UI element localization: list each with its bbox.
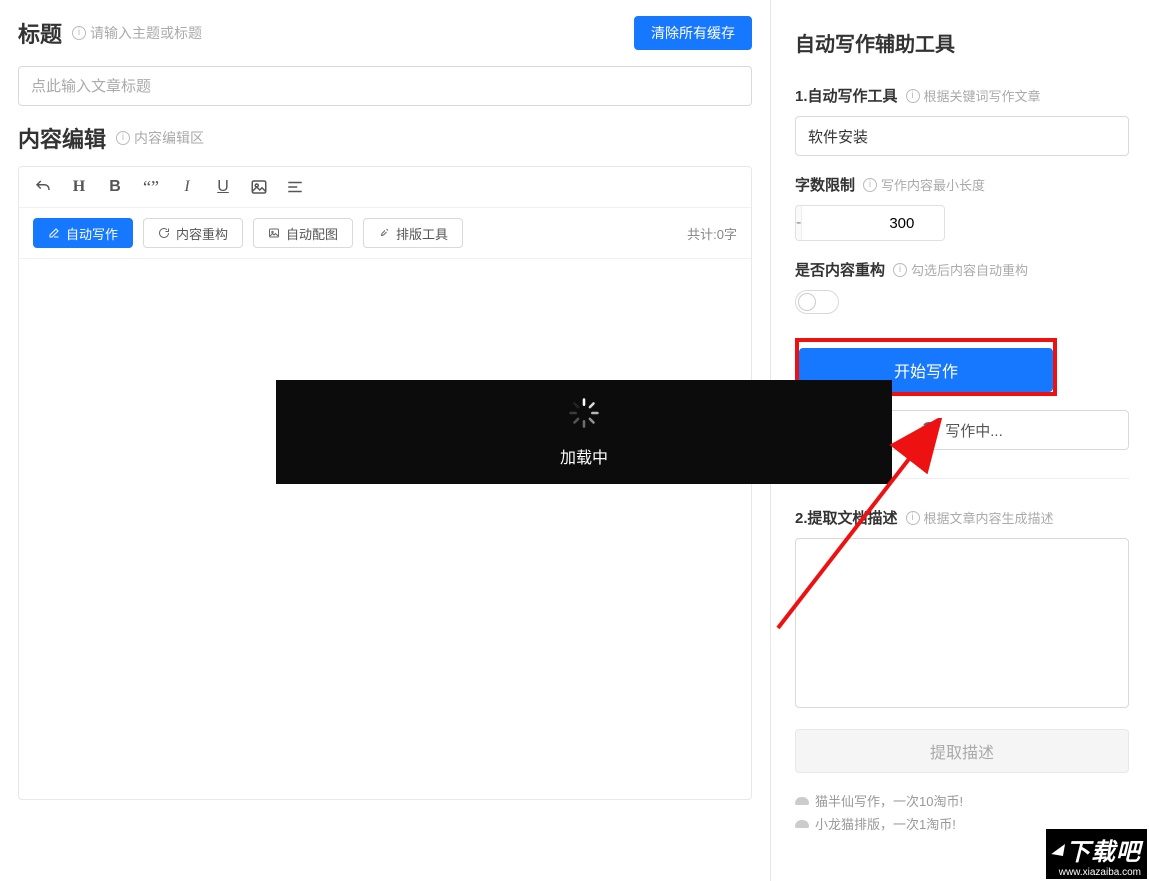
restructure-label: 是否内容重构 <box>795 259 885 280</box>
title-header-row: 标题 i 请输入主题或标题 清除所有缓存 <box>18 16 752 50</box>
editor-toolbar: H B “” I U <box>19 167 751 208</box>
wordlimit-input[interactable] <box>801 206 945 240</box>
quote-icon[interactable]: “” <box>141 177 161 197</box>
info-icon: i <box>906 89 920 103</box>
cat-icon <box>795 820 809 828</box>
restructure-hint: i 勾选后内容自动重构 <box>893 260 1028 279</box>
info-icon: i <box>863 178 877 192</box>
align-left-icon[interactable] <box>285 177 305 197</box>
word-count: 共计:0字 <box>687 224 737 243</box>
wordlimit-stepper: - + <box>795 205 945 241</box>
editor-hint: i 内容编辑区 <box>116 128 204 148</box>
download-arrow-icon <box>1051 844 1065 856</box>
section1-hint: i 根据关键词写作文章 <box>906 86 1041 105</box>
loading-overlay: 加载中 <box>276 380 892 484</box>
image-icon[interactable] <box>249 177 269 197</box>
keyword-input[interactable] <box>795 116 1129 156</box>
article-title-input[interactable] <box>18 66 752 106</box>
description-textarea[interactable] <box>795 538 1129 708</box>
info-icon: i <box>906 511 920 525</box>
restructure-toggle[interactable] <box>795 290 839 314</box>
info-icon: i <box>893 263 907 277</box>
spinner-icon <box>921 422 937 438</box>
extract-description-button[interactable]: 提取描述 <box>795 729 1129 773</box>
section2-label: 2.提取文档描述 <box>795 507 898 528</box>
loading-spinner-icon <box>568 397 600 434</box>
bold-icon[interactable]: B <box>105 177 125 197</box>
info-icon: i <box>72 26 86 40</box>
layout-tool-button[interactable]: 排版工具 <box>363 218 463 248</box>
section1-label: 1.自动写作工具 <box>795 85 898 106</box>
auto-image-button[interactable]: 自动配图 <box>253 218 353 248</box>
editor-actions-row: 自动写作 内容重构 自动配图 排版工具 共计:0字 <box>19 208 751 259</box>
wordlimit-hint: i 写作内容最小长度 <box>863 175 985 194</box>
info-icon: i <box>116 131 130 145</box>
underline-icon[interactable]: U <box>213 177 233 197</box>
editor-heading: 内容编辑 <box>18 122 106 154</box>
section2-hint: i 根据文章内容生成描述 <box>906 508 1054 527</box>
wordlimit-label: 字数限制 <box>795 174 855 195</box>
restructure-button[interactable]: 内容重构 <box>143 218 243 248</box>
cat-icon <box>795 797 809 805</box>
toggle-knob <box>798 293 816 311</box>
watermark: 下载吧 www.xiazaiba.com <box>1044 827 1149 881</box>
title-hint: i 请输入主题或标题 <box>72 23 202 43</box>
editor-content-area[interactable] <box>19 259 751 799</box>
undo-icon[interactable] <box>33 177 53 197</box>
loading-text: 加载中 <box>560 444 608 468</box>
auto-write-button[interactable]: 自动写作 <box>33 218 133 248</box>
italic-icon[interactable]: I <box>177 177 197 197</box>
heading-icon[interactable]: H <box>69 177 89 197</box>
sidebar-title: 自动写作辅助工具 <box>795 28 1129 57</box>
watermark-url: www.xiazaiba.com <box>1059 867 1141 878</box>
clear-cache-button[interactable]: 清除所有缓存 <box>634 16 752 50</box>
title-heading: 标题 <box>18 17 62 49</box>
